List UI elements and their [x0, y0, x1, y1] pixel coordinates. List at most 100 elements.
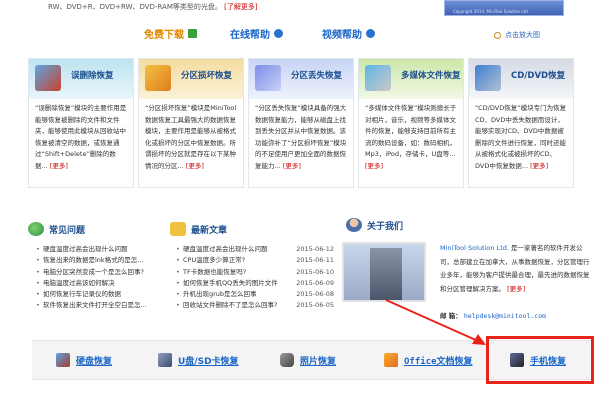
- online-help-link[interactable]: 在线帮助: [230, 26, 283, 41]
- card-body: “多媒体文件恢复”模块则擅长于对相片，音乐，视频等多媒体文件的恢复，能够支持目前…: [359, 99, 463, 172]
- video-help-link[interactable]: 视频帮助: [322, 26, 375, 41]
- news-item[interactable]: TF卡数据也能恢复吗? 2015-06-10: [176, 267, 334, 279]
- faq-item[interactable]: 电脑分区突然变成一个是怎么回事?: [36, 267, 164, 279]
- enlarge-screenshot-link[interactable]: 点击放大图: [494, 30, 540, 40]
- faq-heading: 常见问题: [28, 222, 85, 236]
- faq-item[interactable]: 如何恢复行车记录仪的数据: [36, 289, 164, 301]
- screenshot-caption: Copyright 2014, MiniTool Solution Ltd.: [453, 9, 529, 14]
- arrow-right-circle-icon: [274, 29, 283, 38]
- news-list: 硬盘温度过高会出现什么问题 2015-06-12 CPU温度多少算正常? 2015-…: [176, 244, 334, 312]
- faq-item[interactable]: 电脑温度过高该如何解决: [36, 278, 164, 290]
- bottom-nav-label: Office文档恢复: [404, 356, 473, 367]
- page: RW、DVD+R、DVD+RW、DVD-RAM等类型的光盘。 [了解更多] Co…: [0, 0, 600, 393]
- video-help-label: 视频帮助: [322, 30, 362, 41]
- media-file-icon: [365, 65, 391, 91]
- bottom-nav-usb-sd[interactable]: U盘/SD卡恢复: [158, 341, 239, 379]
- news-item-date: 2015-06-08: [296, 290, 334, 299]
- card-description: “分区丢失恢复”模块具备的强大数据恢复能力，能够从磁盘上找到丢失分区并从中恢复数…: [255, 104, 347, 170]
- bottom-nav-photo[interactable]: 照片恢复: [280, 341, 336, 379]
- card-body: “CD/DVD恢复”模块专门为恢复CD、DVD中丢失数据而设计，能够实现对CD、…: [469, 99, 573, 172]
- lost-partition-icon: [255, 65, 281, 91]
- arrow-right-circle-icon: [366, 29, 375, 38]
- card-description: “误删除恢复”模块的主要作用是能够恢复被删除的文件和文件夹，能够使用此模块从回收…: [35, 104, 127, 170]
- news-item-title: 升机出现grub是怎么回事: [183, 290, 257, 299]
- faq-item[interactable]: 软件恢复出来文件打开全空白是怎...: [36, 300, 164, 312]
- damaged-partition-icon: [145, 65, 171, 91]
- news-item[interactable]: 回收站文件删除不了是怎么回事? 2015-06-05: [176, 300, 334, 312]
- cd-dvd-icon: [475, 65, 501, 91]
- card-header: 误删除恢复: [29, 59, 133, 99]
- card-more-link[interactable]: [更多]: [283, 162, 301, 170]
- email-address[interactable]: helpdesk@minitool.com: [464, 312, 546, 320]
- card-title[interactable]: 分区丢失恢复: [291, 69, 342, 81]
- news-item[interactable]: CPU温度多少算正常? 2015-06-11: [176, 255, 334, 267]
- hard-disk-icon: [56, 353, 70, 367]
- product-screenshot-thumbnail[interactable]: Copyright 2014, MiniTool Solution Ltd.: [444, 0, 564, 16]
- news-item-date: 2015-06-09: [296, 278, 334, 287]
- company-building-photo: [342, 242, 426, 302]
- card-body: “分区丢失恢复”模块具备的强大数据恢复能力，能够从磁盘上找到丢失分区并从中恢复数…: [249, 99, 353, 172]
- card-more-link[interactable]: [更多]: [530, 162, 548, 170]
- faq-list: 硬盘温度过高会出现什么问题 恢复出来的数据是lnk格式的是怎... 电脑分区突然…: [36, 244, 164, 312]
- free-download-link[interactable]: 免费下载: [144, 26, 197, 41]
- news-item-date: 2015-06-12: [296, 245, 334, 253]
- news-item-title: CPU温度多少算正常?: [183, 256, 246, 265]
- card-title[interactable]: 多媒体文件恢复: [401, 69, 461, 81]
- about-panel: MiniTool Solution Ltd. 是一家著名的软件开发公司，总部建立…: [342, 228, 592, 323]
- faq-item[interactable]: 硬盘温度过高会出现什么问题: [36, 244, 164, 256]
- deleted-file-icon: [35, 65, 61, 91]
- bottom-nav-office[interactable]: Office文档恢复: [384, 341, 473, 379]
- faq-item[interactable]: 恢复出来的数据是lnk格式的是怎...: [36, 255, 164, 267]
- card-cd-dvd-recovery: CD/DVD恢复 “CD/DVD恢复”模块专门为恢复CD、DVD中丢失数据而设计…: [468, 58, 574, 188]
- about-text: MiniTool Solution Ltd. 是一家著名的软件开发公司，总部建立…: [440, 242, 592, 296]
- card-more-link[interactable]: [更多]: [186, 162, 204, 170]
- enlarge-screenshot-label: 点击放大图: [505, 31, 540, 39]
- news-item[interactable]: 升机出现grub是怎么回事 2015-06-08: [176, 289, 334, 301]
- card-description: “分区损坏恢复”模块是MiniTool 数据恢复工具最强大的数据恢复模块，主要作…: [145, 104, 237, 170]
- about-more-link[interactable]: [更多]: [507, 285, 525, 293]
- bottom-nav-label: 照片恢复: [300, 356, 337, 367]
- bottom-nav-hard-disk[interactable]: 硬盘恢复: [56, 341, 112, 379]
- news-item-title: 如何恢复手机QQ丢失的图片文件: [183, 278, 278, 287]
- card-header: CD/DVD恢复: [469, 59, 573, 99]
- card-body: “分区损坏恢复”模块是MiniTool 数据恢复工具最强大的数据恢复模块，主要作…: [139, 99, 243, 172]
- news-item[interactable]: 硬盘温度过高会出现什么问题 2015-06-12: [176, 244, 334, 256]
- feature-cards: 误删除恢复 “误删除恢复”模块的主要作用是能够恢复被删除的文件和文件夹，能够使用…: [28, 58, 576, 188]
- news-item-title: 硬盘温度过高会出现什么问题: [183, 245, 268, 253]
- news-item-date: 2015-06-11: [296, 256, 334, 265]
- card-lost-partition-recovery: 分区丢失恢复 “分区丢失恢复”模块具备的强大数据恢复能力，能够从磁盘上找到丢失分…: [248, 58, 354, 188]
- top-description-text: RW、DVD+R、DVD+RW、DVD-RAM等类型的光盘。: [48, 3, 222, 11]
- card-header: 分区损坏恢复: [139, 59, 243, 99]
- newspaper-icon: [170, 222, 186, 236]
- top-description: RW、DVD+R、DVD+RW、DVD-RAM等类型的光盘。 [了解更多]: [48, 2, 258, 12]
- news-title: 最新文章: [191, 225, 228, 236]
- contact-email: 邮 箱： helpdesk@minitool.com: [440, 310, 546, 320]
- email-label: 邮 箱：: [440, 312, 462, 320]
- download-icon: [188, 29, 197, 38]
- camera-icon: [280, 353, 294, 367]
- card-more-link[interactable]: [更多]: [365, 162, 383, 170]
- news-item-date: 2015-06-05: [296, 301, 334, 310]
- free-download-label: 免费下载: [144, 30, 184, 41]
- news-heading: 最新文章: [170, 222, 227, 236]
- card-title[interactable]: 误删除恢复: [71, 69, 114, 81]
- card-title[interactable]: CD/DVD恢复: [511, 69, 565, 81]
- news-item[interactable]: 如何恢复手机QQ丢失的图片文件 2015-06-09: [176, 278, 334, 290]
- news-item-date: 2015-06-10: [296, 267, 334, 276]
- company-name: MiniTool Solution Ltd.: [440, 244, 509, 252]
- card-more-link[interactable]: [更多]: [50, 162, 68, 170]
- news-item-title: TF卡数据也能恢复吗?: [183, 267, 247, 276]
- card-damaged-partition-recovery: 分区损坏恢复 “分区损坏恢复”模块是MiniTool 数据恢复工具最强大的数据恢…: [138, 58, 244, 188]
- card-body: “误删除恢复”模块的主要作用是能够恢复被删除的文件和文件夹，能够使用此模块从回收…: [29, 99, 133, 172]
- highlight-box: [486, 336, 594, 384]
- bottom-nav-label: U盘/SD卡恢复: [178, 356, 239, 367]
- bottom-nav-label: 硬盘恢复: [76, 356, 113, 367]
- card-media-recovery: 多媒体文件恢复 “多媒体文件恢复”模块则擅长于对相片，音乐，视频等多媒体文件的恢…: [358, 58, 464, 188]
- card-header: 分区丢失恢复: [249, 59, 353, 99]
- card-header: 多媒体文件恢复: [359, 59, 463, 99]
- card-title[interactable]: 分区损坏恢复: [181, 69, 232, 81]
- usb-drive-icon: [158, 353, 172, 367]
- learn-more-link[interactable]: [了解更多]: [224, 3, 257, 11]
- chat-bubbles-icon: [28, 222, 44, 236]
- card-description: “CD/DVD恢复”模块专门为恢复CD、DVD中丢失数据而设计，能够实现对CD、…: [475, 104, 567, 170]
